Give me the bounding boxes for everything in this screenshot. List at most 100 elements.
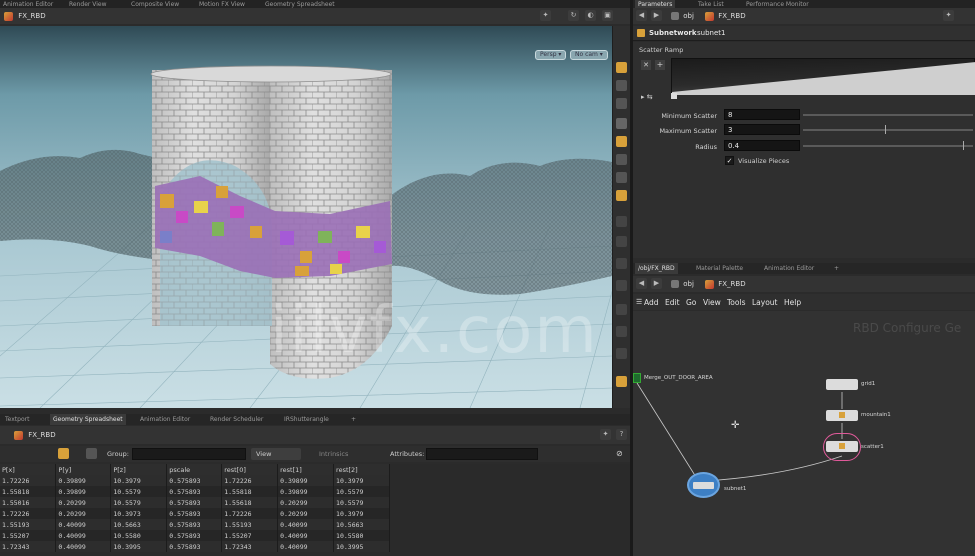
toolbar-button-2-icon[interactable] xyxy=(616,80,627,91)
subnet-node[interactable] xyxy=(687,472,720,498)
column-header[interactable]: pscale xyxy=(166,464,223,475)
table-cell: 1.55818 xyxy=(221,486,279,497)
tab-render-scheduler[interactable]: Render Scheduler xyxy=(207,414,266,425)
intrinsics-button[interactable]: Intrinsics xyxy=(319,450,348,458)
tab-textport[interactable]: Textport xyxy=(2,414,32,425)
toolbar-button-5-icon[interactable] xyxy=(616,136,627,147)
radius-slider-handle[interactable] xyxy=(963,141,964,150)
tab-material-palette[interactable]: Material Palette xyxy=(693,263,746,274)
maximum-scatter-slider[interactable] xyxy=(803,129,973,131)
network-canvas[interactable]: RBD Configure Ge Merge_OUT_DOOR_AREA gri… xyxy=(633,311,975,556)
table-row[interactable]: 1.55193 0.40099 10.5663 0.575893 1.55193 0.40… xyxy=(0,519,390,530)
tab-animation-editor-net[interactable]: Animation Editor xyxy=(761,263,817,274)
column-header[interactable]: rest[1] xyxy=(277,464,335,475)
toolbar-button-1-icon[interactable] xyxy=(616,62,627,73)
toolbar-button-15-icon[interactable] xyxy=(616,348,627,359)
toolbar-button-16-icon[interactable] xyxy=(616,376,627,387)
column-header[interactable]: rest[0] xyxy=(221,464,279,475)
toolbar-button-10-icon[interactable] xyxy=(616,236,627,247)
tab-irshutterangle[interactable]: IRShutterangle xyxy=(281,414,332,425)
group-input[interactable] xyxy=(132,448,246,460)
network-list-icon[interactable]: ☰ xyxy=(636,298,642,306)
minimum-scatter-field[interactable]: 8 xyxy=(724,109,800,120)
scatter-node[interactable] xyxy=(826,441,858,452)
toolbar-button-13-icon[interactable] xyxy=(616,304,627,315)
table-row[interactable]: 1.72226 0.39899 10.3979 0.575893 1.72226 0.39… xyxy=(0,475,390,486)
table-row[interactable]: 1.55818 0.39899 10.5579 0.575893 1.55818 0.39… xyxy=(0,486,390,497)
scatter-ramp-editor[interactable] xyxy=(671,58,975,95)
maximum-scatter-slider-handle[interactable] xyxy=(885,125,886,134)
table-row[interactable]: 1.72226 0.20299 10.3973 0.575893 1.72226 0.20… xyxy=(0,508,390,519)
table-row[interactable]: 1.72343 0.40099 10.3995 0.575893 1.72343 0.40… xyxy=(0,541,390,552)
ramp-add-point-button[interactable]: + xyxy=(655,60,665,70)
tab-animation-editor-bottom[interactable]: Animation Editor xyxy=(137,414,193,425)
radius-slider[interactable] xyxy=(803,145,973,147)
toolbar-button-4-icon[interactable] xyxy=(616,118,627,129)
help-icon-bottom[interactable]: ? xyxy=(616,429,627,440)
cam-label: No cam xyxy=(575,51,598,58)
minimum-scatter-slider[interactable] xyxy=(803,114,973,116)
point-mode-icon[interactable] xyxy=(86,448,97,459)
radius-label: Radius xyxy=(695,143,717,151)
mountain-node[interactable] xyxy=(826,410,858,421)
camera-icon[interactable]: ▣ xyxy=(602,10,613,21)
view-dropdown[interactable]: View xyxy=(251,448,301,460)
toolbar-button-6-icon[interactable] xyxy=(616,154,627,165)
pin-icon-param[interactable]: ✦ xyxy=(943,10,954,21)
toolbar-button-9-icon[interactable] xyxy=(616,216,627,227)
spreadsheet-network-path[interactable]: FX_RBD xyxy=(14,429,56,441)
add-network-tab-icon[interactable]: + xyxy=(831,263,842,274)
grid-node[interactable] xyxy=(826,379,858,390)
display-options-icon[interactable]: ◐ xyxy=(585,10,596,21)
menu-layout[interactable]: Layout xyxy=(752,298,778,307)
merge-node[interactable] xyxy=(633,373,641,383)
menu-help[interactable]: Help xyxy=(784,298,801,307)
ramp-arrows-icon[interactable]: ▸ ⇆ xyxy=(641,93,653,101)
node-name-label[interactable]: subnet1 xyxy=(697,29,725,37)
maximum-scatter-field[interactable]: 3 xyxy=(724,124,800,135)
toolbar-button-14-icon[interactable] xyxy=(616,326,627,337)
ramp-key-handle[interactable] xyxy=(671,93,677,99)
attributes-input[interactable] xyxy=(426,448,538,460)
persp-menu[interactable]: Persp ▾ xyxy=(535,50,567,60)
pin-icon[interactable]: ✦ xyxy=(540,10,551,21)
ramp-add-button[interactable]: ✕ xyxy=(641,60,651,70)
tab-geometry-spreadsheet[interactable]: Geometry Spreadsheet xyxy=(50,414,126,425)
network-back-icon[interactable]: ◀ xyxy=(636,278,647,289)
table-cell: 0.40099 xyxy=(55,530,112,541)
toolbar-button-7-icon[interactable] xyxy=(616,172,627,183)
viewport-network-path[interactable]: FX_RBD xyxy=(4,10,46,22)
filter-icon[interactable]: ⊘ xyxy=(616,449,623,458)
column-header[interactable]: P[x] xyxy=(0,464,57,475)
toolbar-button-8-icon[interactable] xyxy=(616,190,627,201)
column-header[interactable]: rest[2] xyxy=(333,464,390,475)
visualize-pieces-checkbox[interactable]: ✓ xyxy=(725,156,734,165)
network-forward-icon[interactable]: ▶ xyxy=(651,278,662,289)
menu-add[interactable]: Add xyxy=(644,298,659,307)
column-header[interactable]: P[y] xyxy=(55,464,112,475)
radius-field[interactable]: 0.4 xyxy=(724,140,800,151)
toolbar-button-12-icon[interactable] xyxy=(616,280,627,291)
column-header[interactable]: P[z] xyxy=(110,464,168,475)
param-path-obj[interactable]: obj xyxy=(671,10,694,22)
back-icon[interactable]: ◀ xyxy=(636,10,647,21)
param-path-network[interactable]: FX_RBD xyxy=(705,10,746,22)
menu-view[interactable]: View xyxy=(703,298,721,307)
menu-go[interactable]: Go xyxy=(686,298,696,307)
tab-obj-fx-rbd[interactable]: /obj/FX_RBD xyxy=(635,263,678,274)
table-row[interactable]: 1.55207 0.40099 10.5580 0.575893 1.55207 0.40… xyxy=(0,530,390,541)
refresh-icon[interactable]: ↻ xyxy=(568,10,579,21)
table-row[interactable]: 1.55016 0.20299 10.5579 0.575893 1.55618 0.20… xyxy=(0,497,390,508)
menu-tools[interactable]: Tools xyxy=(727,298,745,307)
forward-icon[interactable]: ▶ xyxy=(651,10,662,21)
camera-menu[interactable]: No cam ▾ xyxy=(570,50,608,60)
spreadsheet-mode-icon[interactable] xyxy=(58,448,69,459)
add-tab-icon[interactable]: + xyxy=(348,414,359,425)
menu-edit[interactable]: Edit xyxy=(665,298,680,307)
network-path-obj[interactable]: obj xyxy=(671,278,694,290)
pin-icon-bottom[interactable]: ✦ xyxy=(600,429,611,440)
toolbar-button-3-icon[interactable] xyxy=(616,98,627,109)
scene-viewport[interactable]: Persp ▾ No cam ▾ iilvfx.com xyxy=(0,26,612,408)
network-path-network[interactable]: FX_RBD xyxy=(705,278,746,290)
toolbar-button-11-icon[interactable] xyxy=(616,258,627,269)
